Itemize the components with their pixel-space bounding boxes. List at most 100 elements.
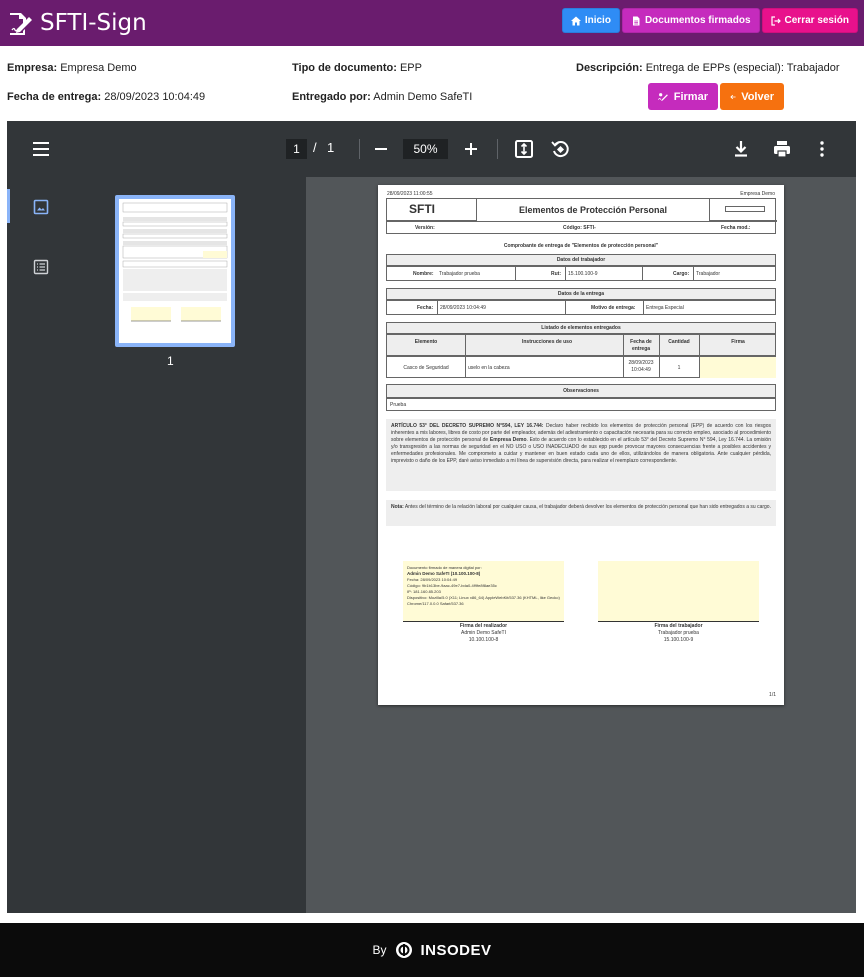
- codigo-label: Código: SFTI-: [563, 225, 596, 231]
- documentos-label: Documentos firmados: [644, 15, 751, 26]
- firmar-label: Firmar: [673, 90, 708, 103]
- doc-code-cell: [709, 199, 777, 221]
- row-instrucciones: uselo en la cabeza: [468, 365, 510, 371]
- listado-row: Casco de Seguridad uselo en la cabeza 28…: [386, 356, 776, 378]
- sig1-rut: 10.100.100-8: [468, 637, 499, 643]
- doc-title: Elementos de Protección Personal: [518, 205, 668, 215]
- pdf-viewer: 1 / 1 50% 1 28/09/2023 11:00:55 Empresa …: [7, 121, 856, 913]
- outline-icon[interactable]: [33, 259, 49, 275]
- rut-value: 15.100.100-9: [568, 271, 598, 277]
- articulo-company: Empresa Demo: [489, 437, 527, 443]
- entrega-fecha-value: 28/09/2023 10:04:49: [440, 305, 486, 311]
- datos-trabajador-header: Datos del trabajador: [386, 254, 776, 266]
- fecha-entrega-label: Fecha de entrega:: [7, 91, 102, 103]
- volver-button[interactable]: Volver: [720, 83, 784, 110]
- sig2-title: Firma del trabajador: [654, 623, 703, 629]
- fecha-entrega-field: Fecha de entrega: 28/09/2023 10:04:49: [7, 91, 205, 103]
- col-instrucciones: Instrucciones de uso: [521, 339, 572, 345]
- page-number-input[interactable]: 1: [286, 139, 307, 159]
- fecha-entrega-value: 28/09/2023 10:04:49: [104, 91, 206, 103]
- cerrar-sesion-button[interactable]: Cerrar sesión: [761, 8, 858, 33]
- image-icon[interactable]: [33, 199, 49, 215]
- signature-realizador-box: Documento firmado de manera digital por:…: [403, 561, 564, 621]
- articulo-text: ARTÍCULO 53° DEL DECRETO SUPREMO N°594, …: [386, 419, 776, 491]
- doc-code-box: [725, 206, 765, 212]
- plus-icon[interactable]: [461, 139, 481, 159]
- empresa-field: Empresa: Empresa Demo: [7, 62, 137, 74]
- col-fecha: Fecha de entrega: [630, 339, 652, 352]
- nombre-value: Trabajador prueba: [439, 271, 480, 277]
- brand[interactable]: SFTI-Sign: [7, 10, 147, 36]
- articulo-bold: ARTÍCULO 53° DEL DECRETO SUPREMO N°594, …: [391, 423, 544, 429]
- empresa-value: Empresa Demo: [60, 62, 137, 74]
- row-firma-cell: [700, 357, 776, 378]
- top-navbar: SFTI-Sign Inicio Documentos firmados Cer…: [0, 0, 864, 46]
- documentos-firmados-button[interactable]: Documentos firmados: [621, 8, 760, 33]
- pdf-toolbar: 1 / 1 50%: [7, 121, 856, 177]
- inicio-button[interactable]: Inicio: [561, 8, 620, 33]
- cerrar-label: Cerrar sesión: [784, 15, 849, 26]
- listado-columns: Elemento Instrucciones de uso Fecha de e…: [386, 334, 776, 356]
- listado-header: Listado de elementos entregados: [386, 322, 776, 334]
- rotate-icon[interactable]: [550, 139, 570, 159]
- tipo-field: Tipo de documento: EPP: [292, 62, 422, 74]
- cargo-label: Cargo:: [673, 271, 690, 277]
- tipo-label: Tipo de documento:: [292, 62, 397, 74]
- print-timestamp: 28/09/2023 11:00:55: [387, 191, 433, 197]
- document-info: Empresa: Empresa Demo Tipo de documento:…: [0, 46, 864, 120]
- descripcion-value: Entrega de EPPs (especial): Trabajador: [645, 62, 840, 74]
- tipo-value: EPP: [399, 62, 422, 74]
- row-cantidad: 1: [677, 365, 681, 371]
- entregado-label: Entregado por:: [292, 91, 371, 103]
- nota-body: Antes del término de la relación laboral…: [404, 504, 771, 510]
- print-icon[interactable]: [772, 139, 792, 159]
- insodev-logo-icon: [395, 942, 412, 958]
- fit-page-icon[interactable]: [514, 139, 534, 159]
- toolbar-divider: [359, 139, 360, 159]
- home-icon: [570, 16, 581, 25]
- nota-bold: Nota:: [391, 504, 404, 510]
- page-thumbnail[interactable]: [115, 195, 235, 347]
- minus-icon[interactable]: [371, 139, 391, 159]
- sig2-rut: 15.100.100-9: [663, 637, 694, 643]
- firmar-button[interactable]: Firmar: [648, 83, 718, 110]
- thumbnail-page-number: 1: [167, 354, 174, 368]
- page-total: 1: [327, 140, 335, 155]
- signature-trabajador-box: [598, 561, 759, 621]
- version-label: Versión:: [415, 225, 435, 231]
- motivo-label: Motivo de entrega:: [591, 305, 636, 311]
- more-icon[interactable]: [812, 139, 832, 159]
- footer-brand[interactable]: INSODEV: [421, 942, 492, 959]
- signature-icon: [10, 13, 32, 35]
- col-firma: Firma: [731, 339, 745, 345]
- volver-label: Volver: [741, 90, 774, 103]
- entregado-value: Admin Demo SafeTI: [373, 91, 473, 103]
- row-elemento: Casco de Seguridad: [403, 365, 449, 371]
- datos-trabajador-row: Nombre: Trabajador prueba Rut: 15.100.10…: [386, 266, 776, 281]
- col-elemento: Elemento: [414, 339, 438, 345]
- sig1-title: Firma del realizador: [459, 623, 508, 629]
- app-title: SFTI-Sign: [40, 10, 147, 36]
- entregado-por-field: Entregado por: Admin Demo SafeTI: [292, 91, 472, 103]
- zoom-input[interactable]: 50%: [403, 139, 448, 159]
- sig1-name: Admin Demo SafeTI: [460, 630, 507, 636]
- print-company: Empresa Demo: [740, 191, 775, 197]
- doc-header: SFTI Elementos de Protección Personal Ve…: [386, 198, 777, 234]
- logo: SFTI: [409, 202, 435, 216]
- sig1-dispositivo: Dispositivo: Mozilla/5.0 (X11; Linux x86…: [407, 595, 560, 606]
- menu-icon[interactable]: [31, 139, 51, 159]
- download-icon[interactable]: [731, 139, 751, 159]
- footer-by: By: [372, 943, 387, 957]
- logout-icon: [770, 15, 781, 26]
- row-fecha: 28/09/2023 10:04:49: [628, 360, 654, 373]
- comprobante-title: Comprobante de entrega de "Elementos de …: [503, 243, 659, 249]
- descripcion-label: Descripción:: [576, 62, 643, 74]
- empresa-label: Empresa:: [7, 62, 58, 74]
- thumbnail-preview: [122, 202, 228, 322]
- fecha-mod-label: Fecha mod.:: [721, 225, 751, 231]
- cargo-value: Trabajador: [696, 271, 720, 277]
- toolbar-divider: [497, 139, 498, 159]
- motivo-value: Entrega Especial: [646, 305, 684, 311]
- observaciones-value: Prueba: [390, 402, 407, 408]
- active-indicator: [7, 189, 10, 223]
